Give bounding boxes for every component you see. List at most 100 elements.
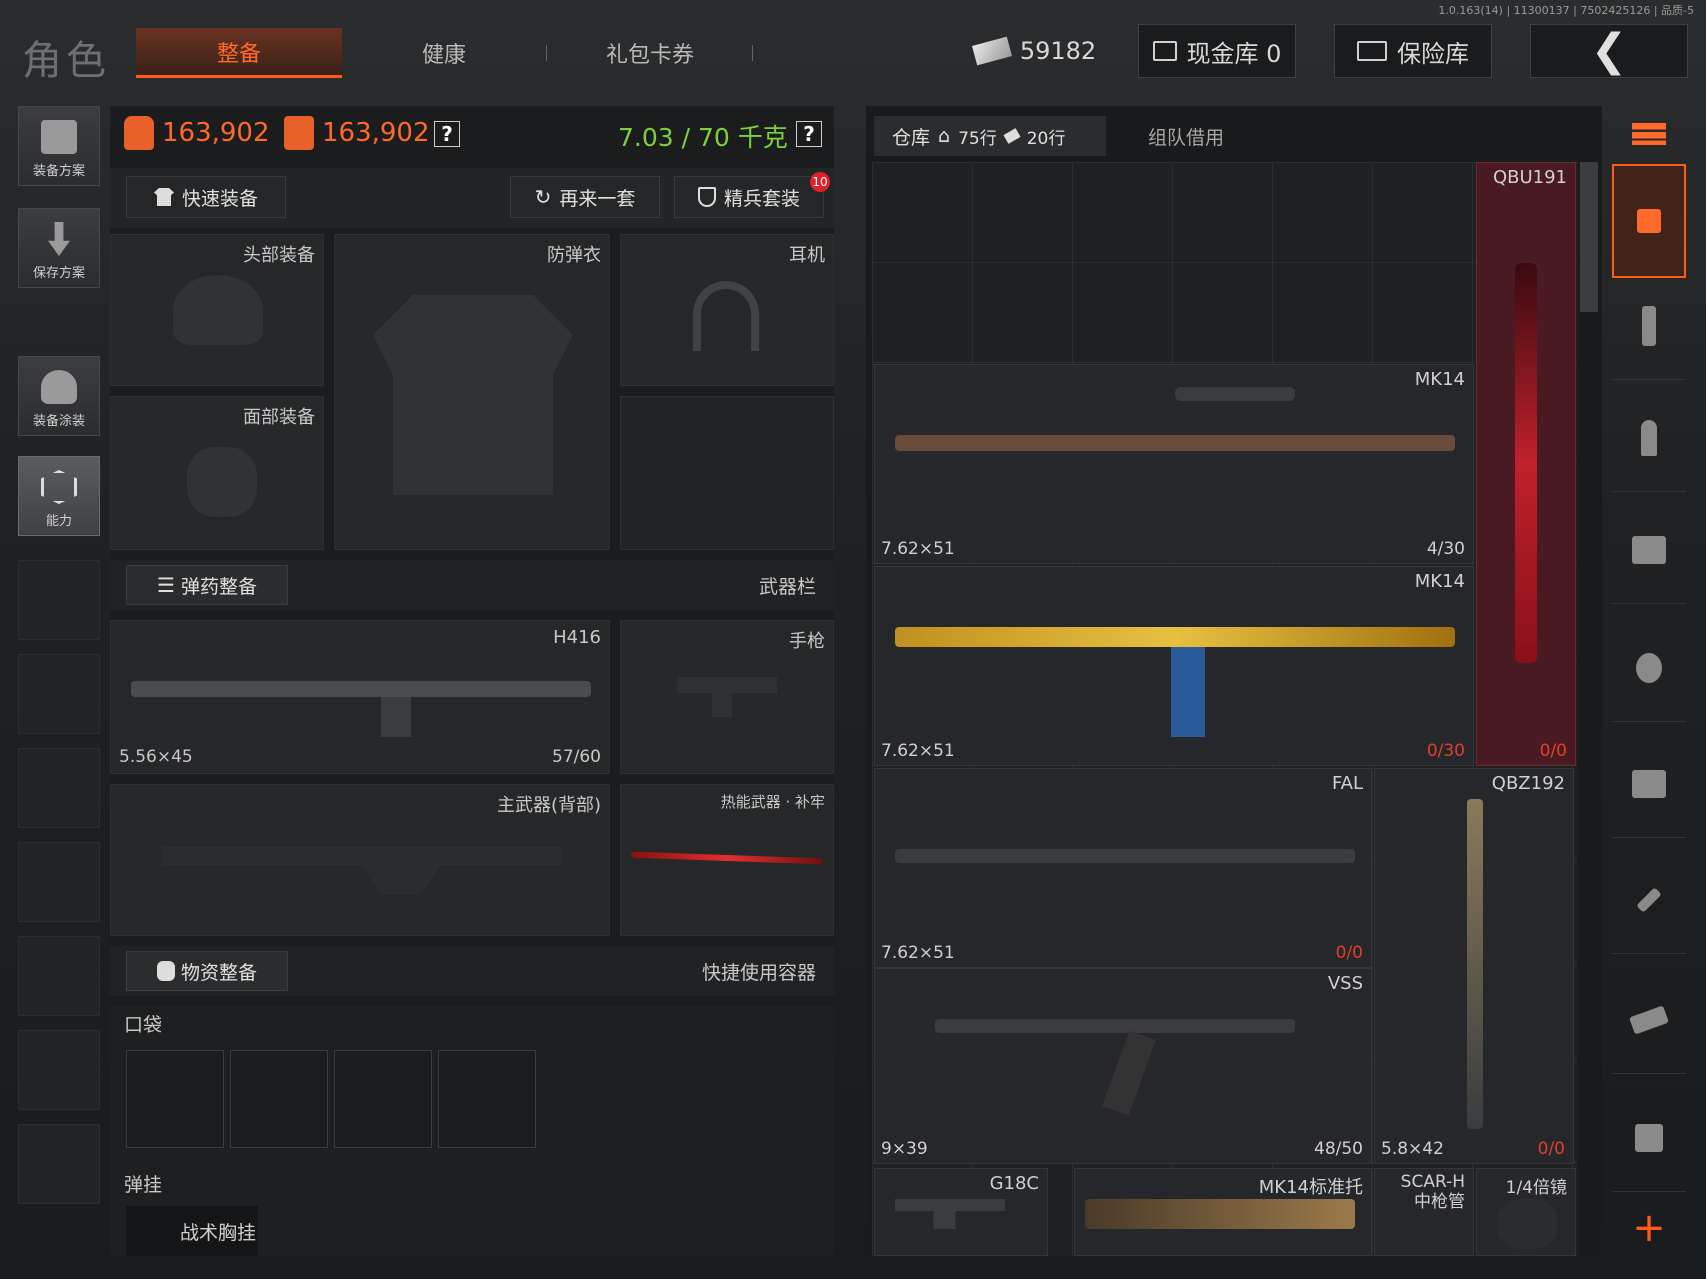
sidebar-slot-empty bbox=[18, 654, 100, 734]
sidebar-slot-empty bbox=[18, 1030, 100, 1110]
face-slot[interactable]: 面部装备 bbox=[110, 396, 324, 550]
safe-icon bbox=[1357, 41, 1387, 61]
stack-icon bbox=[1632, 123, 1666, 145]
currency-amount: 59182 bbox=[1019, 37, 1097, 65]
category-box-tab[interactable] bbox=[1612, 1084, 1686, 1192]
back-button[interactable]: ❮ bbox=[1530, 24, 1688, 78]
pocket-slot[interactable] bbox=[438, 1050, 536, 1148]
tab-gift-cards[interactable]: 礼包卡券 bbox=[550, 28, 750, 78]
storage-item-mk14[interactable]: MK14 7.62×51 4/30 bbox=[874, 364, 1474, 564]
storage-scrollbar[interactable] bbox=[1580, 162, 1598, 312]
blue-mag-image bbox=[1171, 647, 1205, 737]
backpack-icon bbox=[124, 116, 154, 150]
back-weapon-slot[interactable]: 主武器(背部) bbox=[110, 784, 610, 936]
rifle-image bbox=[895, 849, 1355, 863]
storage-item-scar-barrel[interactable]: SCAR-H 中枪管 bbox=[1374, 1168, 1474, 1256]
key-icon bbox=[1636, 886, 1662, 913]
headset-slot[interactable]: 耳机 bbox=[620, 234, 834, 386]
blade-image bbox=[630, 851, 824, 865]
ammo-prep-button[interactable]: ☰ 弹药整备 bbox=[126, 565, 288, 605]
category-meds-tab[interactable] bbox=[1612, 730, 1686, 838]
pocket-label: 口袋 bbox=[124, 1014, 163, 1036]
home-icon: ⌂ bbox=[938, 125, 951, 147]
rifle-silhouette-icon bbox=[161, 847, 561, 895]
gold-rifle-image bbox=[895, 627, 1455, 647]
layers-icon bbox=[1637, 209, 1661, 233]
sidebar-loadout-plan[interactable]: 装备方案 bbox=[18, 106, 100, 186]
currency-display: 59182 bbox=[970, 24, 1100, 78]
pocket-slot[interactable] bbox=[230, 1050, 328, 1148]
another-set-button[interactable]: ↻ 再来一套 bbox=[510, 176, 660, 218]
storage-tab[interactable]: 仓库 ⌂ 75行 20行 bbox=[874, 116, 1106, 156]
storage-item-qbz192[interactable]: QBZ192 5.8×42 0/0 bbox=[1374, 768, 1574, 1164]
pistol-slot[interactable]: 手枪 bbox=[620, 620, 834, 774]
rig-label: 弹挂 bbox=[124, 1174, 163, 1196]
sidebar-save-plan[interactable]: 保存方案 bbox=[18, 208, 100, 288]
vault-icon bbox=[1152, 41, 1177, 61]
add-icon[interactable]: + bbox=[1612, 1200, 1686, 1256]
quick-equip-button[interactable]: 快速装备 bbox=[126, 176, 286, 218]
vss-mag-image bbox=[1102, 1030, 1156, 1116]
storage-item-mk14-gold[interactable]: MK14 7.62×51 0/30 bbox=[874, 566, 1474, 766]
sidebar-slot-empty bbox=[18, 1124, 100, 1204]
helmet-silhouette-icon bbox=[173, 275, 263, 345]
category-all-tab[interactable] bbox=[1612, 164, 1686, 278]
sidebar-slot-empty bbox=[18, 748, 100, 828]
pocket-slot[interactable] bbox=[334, 1050, 432, 1148]
tab-divider bbox=[752, 45, 753, 61]
safe-vault-label: 保险库 bbox=[1397, 39, 1469, 68]
category-key-tab[interactable] bbox=[1612, 846, 1686, 954]
storage-item-fal[interactable]: FAL 7.62×51 0/0 bbox=[874, 768, 1372, 968]
helmet-icon bbox=[41, 370, 77, 404]
primary-weapon-slot[interactable]: H416 5.56×45 57/60 bbox=[110, 620, 610, 774]
cash-vault-button[interactable]: 现金库 0 bbox=[1138, 24, 1296, 78]
storage-item-vss[interactable]: VSS 9×39 48/50 bbox=[874, 968, 1372, 1164]
mask-silhouette-icon bbox=[187, 447, 257, 517]
supply-prep-button[interactable]: 物资整备 bbox=[126, 951, 288, 991]
sidebar-skins[interactable]: 装备涂装 bbox=[18, 356, 100, 436]
storage-item-scope[interactable]: 1/4倍镜 bbox=[1476, 1168, 1576, 1256]
elite-badge: 10 bbox=[810, 172, 830, 192]
category-armor-tab[interactable] bbox=[1612, 496, 1686, 604]
head-slot[interactable]: 头部装备 bbox=[110, 234, 324, 386]
sidebar-label: 装备涂装 bbox=[32, 414, 85, 429]
lightning-icon bbox=[41, 470, 77, 504]
elite-set-button[interactable]: 精兵套装 bbox=[674, 176, 824, 218]
storage-item-qbu191[interactable]: QBU191 0/0 bbox=[1476, 162, 1576, 766]
sidebar-label: 装备方案 bbox=[32, 164, 85, 179]
rifle-image bbox=[895, 435, 1455, 451]
bullet-icon bbox=[1641, 419, 1657, 456]
storage-item-g18c[interactable]: G18C bbox=[874, 1168, 1048, 1256]
empty-slot bbox=[620, 396, 834, 550]
category-grenade-tab[interactable] bbox=[1612, 614, 1686, 722]
quick-container-label: 快捷使用容器 bbox=[701, 961, 816, 984]
ammo-section: ☰ 弹药整备 武器栏 bbox=[110, 560, 834, 610]
bag-icon bbox=[156, 961, 175, 981]
back-arrow-icon: ❮ bbox=[1590, 25, 1628, 76]
sidebar-slot-empty bbox=[18, 936, 100, 1016]
shield-icon bbox=[697, 187, 716, 207]
armor-slot[interactable]: 防弹衣 bbox=[334, 234, 610, 550]
team-borrow-tab[interactable]: 组队借用 bbox=[1116, 116, 1256, 156]
cash-icon bbox=[971, 36, 1012, 66]
vest-stat-icon bbox=[284, 116, 314, 150]
category-mag-tab[interactable] bbox=[1612, 272, 1686, 380]
tab-health[interactable]: 健康 bbox=[344, 28, 544, 78]
pocket-slot[interactable] bbox=[126, 1050, 224, 1148]
sniper-rifle-image bbox=[1515, 263, 1537, 663]
storage-item-mk14-stock[interactable]: MK14标准托 bbox=[1074, 1168, 1372, 1256]
download-icon bbox=[48, 222, 70, 256]
sort-button[interactable] bbox=[1612, 106, 1686, 162]
weight-help-button[interactable]: ? bbox=[796, 121, 822, 147]
tab-equip[interactable]: 整备 bbox=[136, 28, 342, 78]
stats-help-button[interactable]: ? bbox=[434, 121, 460, 147]
stat-value-2: 163,902 bbox=[284, 116, 430, 150]
category-ammo-tab[interactable] bbox=[1612, 384, 1686, 492]
tactical-rig-item[interactable]: 战术胸挂 bbox=[126, 1206, 258, 1256]
melee-slot[interactable]: 热能武器 · 补牢 bbox=[620, 784, 834, 936]
sidebar-slot-empty bbox=[18, 560, 100, 640]
safe-vault-button[interactable]: 保险库 bbox=[1334, 24, 1492, 78]
sidebar-label: 能力 bbox=[45, 514, 72, 529]
sidebar-ability[interactable]: 能力 bbox=[18, 456, 100, 536]
category-cash-tab[interactable] bbox=[1612, 966, 1686, 1074]
